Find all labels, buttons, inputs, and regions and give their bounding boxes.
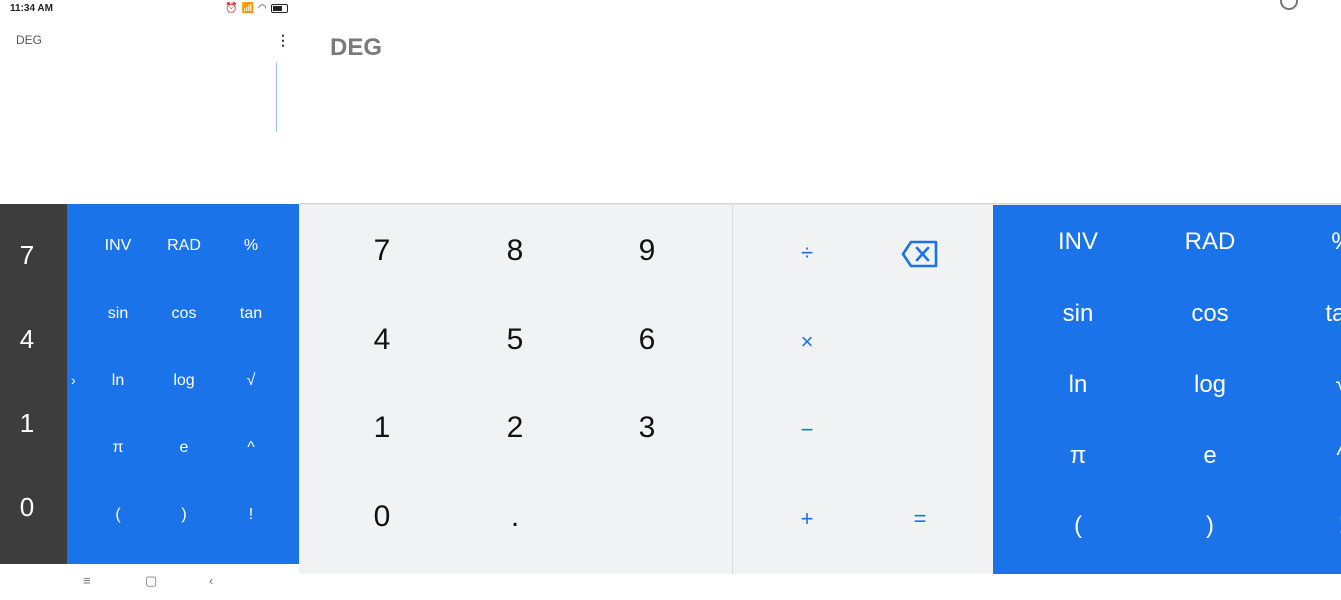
status-icons: ⏰ 📶 ◠ (225, 3, 288, 14)
digit-8-button[interactable]: 8 (449, 211, 581, 291)
pi-button[interactable]: π (85, 428, 151, 468)
e-button[interactable]: e (1144, 426, 1276, 486)
chevron-right-icon[interactable]: › (71, 372, 76, 388)
percent-button[interactable]: % (218, 226, 284, 266)
divide-button[interactable]: ÷ (752, 213, 862, 293)
digit-4-button[interactable]: 4 (0, 324, 67, 355)
digit-4-button[interactable]: 4 (316, 300, 448, 380)
digit-2-button[interactable]: 2 (449, 388, 581, 468)
open-paren-button[interactable]: ( (1012, 496, 1144, 556)
log-button[interactable]: log (151, 361, 217, 401)
scientific-panel: INV RAD % sin cos tan ln log √ π e ^ ( )… (67, 204, 299, 564)
digit-5-button[interactable]: 5 (449, 300, 581, 380)
close-paren-button[interactable]: ) (1144, 496, 1276, 556)
sin-button[interactable]: sin (85, 294, 151, 334)
tan-button[interactable]: tan (218, 294, 284, 334)
open-paren-button[interactable]: ( (85, 495, 151, 535)
inv-button[interactable]: INV (1012, 212, 1144, 272)
minus-button[interactable]: − (752, 390, 862, 470)
digit-3-button[interactable]: 3 (581, 388, 713, 468)
digit-1-button[interactable]: 1 (316, 388, 448, 468)
back-icon[interactable]: ‹ (209, 573, 213, 588)
signal-icon: 📶 (241, 3, 254, 14)
percent-button[interactable]: % (1276, 212, 1341, 272)
digit-0-button[interactable]: 0 (0, 492, 67, 523)
power-button[interactable]: ^ (218, 428, 284, 468)
digit-7-button[interactable]: 7 (316, 211, 448, 291)
home-icon[interactable]: ▢ (145, 573, 157, 589)
left-numpad-strip: 7 4 1 0 (0, 204, 67, 564)
rad-button[interactable]: RAD (1144, 212, 1276, 272)
power-button[interactable]: ^ (1276, 426, 1341, 486)
digit-9-button[interactable]: 9 (581, 211, 713, 291)
e-button[interactable]: e (151, 428, 217, 468)
angle-mode-label: DEG (16, 33, 43, 47)
numpad: 7 8 9 4 5 6 1 2 3 0 . (299, 205, 732, 574)
ln-button[interactable]: ln (85, 361, 151, 401)
status-time: 11:34 AM (10, 3, 53, 14)
tan-button[interactable]: tan (1276, 284, 1341, 344)
log-button[interactable]: log (1144, 355, 1276, 415)
multiply-button[interactable]: × (752, 302, 862, 382)
digit-1-button[interactable]: 1 (0, 408, 67, 439)
digit-6-button[interactable]: 6 (581, 300, 713, 380)
decimal-button[interactable]: . (449, 477, 581, 557)
backspace-icon (901, 240, 938, 268)
operator-pad: ÷ × − + = (733, 205, 993, 574)
more-options-icon[interactable]: ⋮ (276, 31, 290, 49)
cos-button[interactable]: cos (1144, 284, 1276, 344)
wifi-icon: ◠ (257, 3, 267, 14)
ln-button[interactable]: ln (1012, 355, 1144, 415)
factorial-button[interactable]: ! (218, 495, 284, 535)
backspace-button[interactable] (865, 213, 975, 293)
sqrt-button[interactable]: √ (1276, 355, 1341, 415)
digit-7-button[interactable]: 7 (0, 240, 67, 271)
pi-button[interactable]: π (1012, 426, 1144, 486)
plus-button[interactable]: + (752, 479, 862, 559)
menu-icon[interactable]: ≡ (83, 573, 91, 588)
rad-button[interactable]: RAD (151, 226, 217, 266)
battery-icon (270, 4, 288, 13)
close-paren-button[interactable]: ) (151, 495, 217, 535)
cos-button[interactable]: cos (151, 294, 217, 334)
scientific-panel-large: INV RAD % sin cos tan ln log √ π e ^ ( )… (993, 205, 1341, 574)
display-angle-mode: DEG (330, 34, 383, 61)
sin-button[interactable]: sin (1012, 284, 1144, 344)
sqrt-button[interactable]: √ (218, 361, 284, 401)
inv-button[interactable]: INV (85, 226, 151, 266)
equals-button[interactable]: = (865, 479, 975, 559)
factorial-button[interactable]: ! (1276, 496, 1341, 556)
alarm-icon: ⏰ (225, 3, 238, 14)
overflow-icon[interactable] (1280, 0, 1298, 10)
digit-0-button[interactable]: 0 (316, 477, 448, 557)
text-cursor (276, 62, 277, 132)
